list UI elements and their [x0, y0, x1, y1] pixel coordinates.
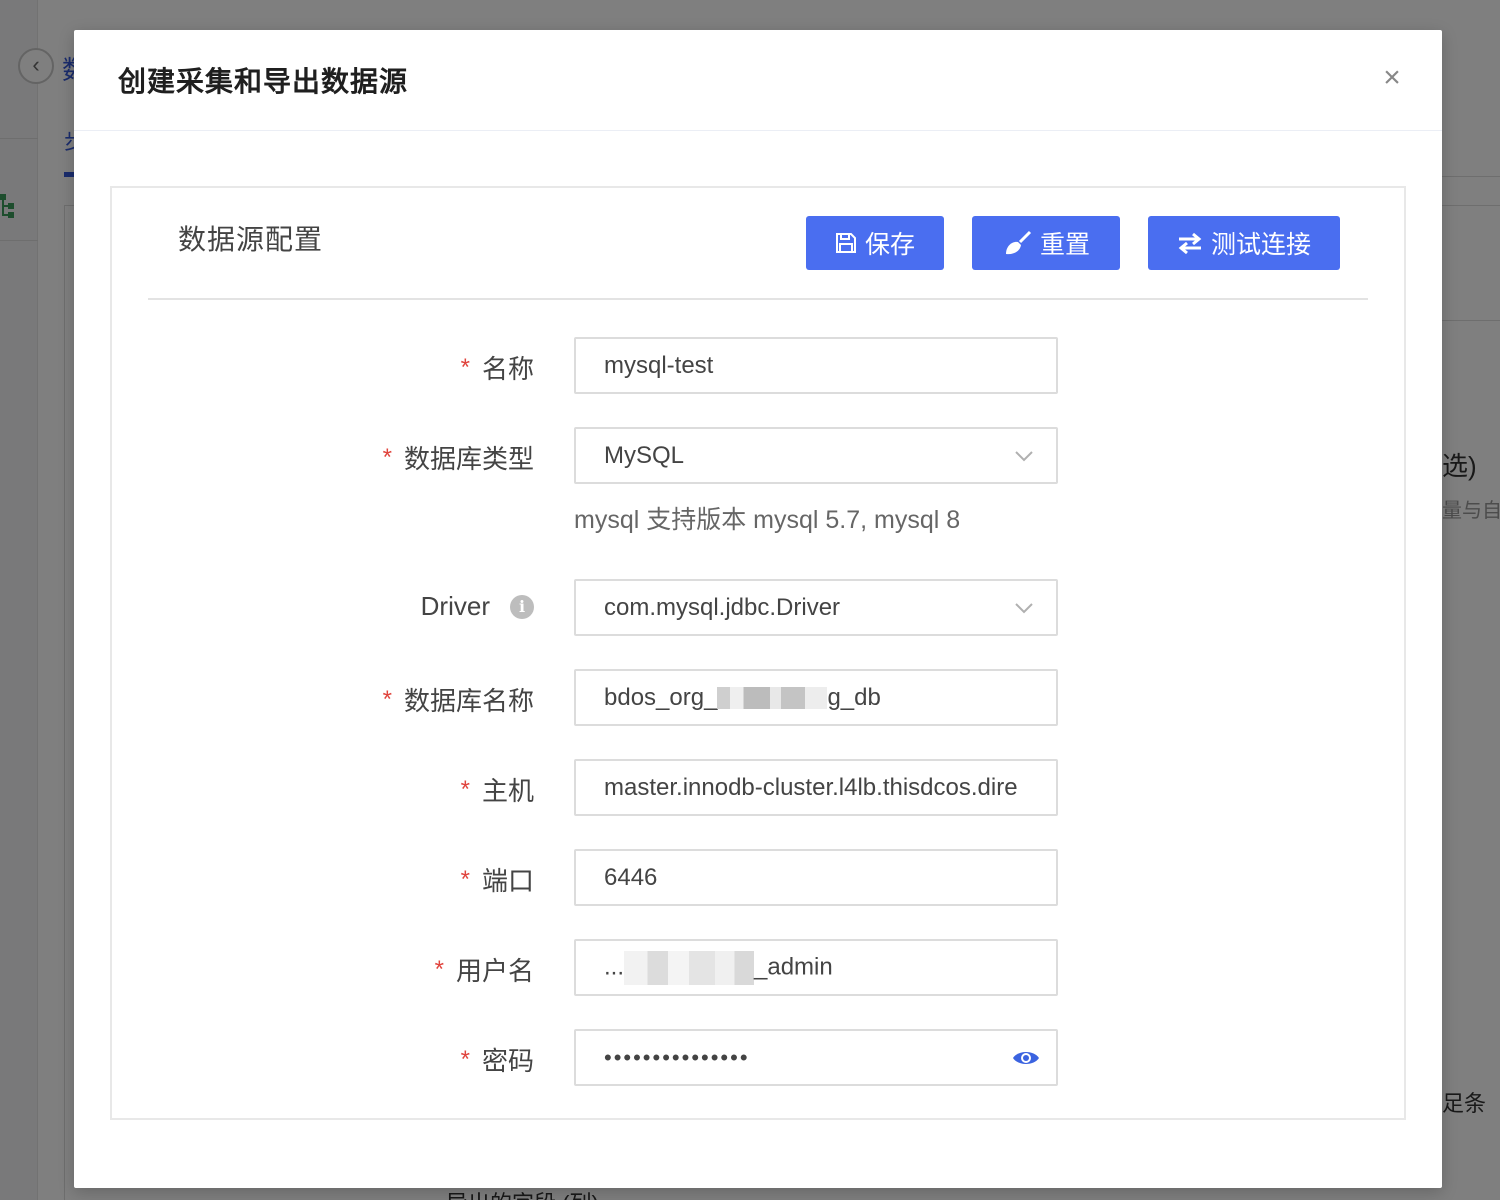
- reset-button[interactable]: 重置: [972, 216, 1120, 270]
- eye-icon[interactable]: [1006, 1038, 1046, 1078]
- required-mark: *: [460, 865, 470, 893]
- driver-label: Driver i: [421, 591, 534, 622]
- exchange-icon: [1177, 232, 1203, 254]
- save-button-label: 保存: [864, 231, 915, 259]
- password-value: •••••••••••••••: [604, 1044, 750, 1070]
- required-mark: *: [460, 353, 470, 381]
- save-button[interactable]: 保存: [806, 216, 944, 270]
- username-prefix: ...: [604, 952, 625, 980]
- db-type-select[interactable]: MySQL: [574, 427, 1058, 484]
- reset-button-label: 重置: [1039, 231, 1090, 259]
- driver-select[interactable]: com.mysql.jdbc.Driver: [574, 579, 1058, 636]
- username-value: ... _admin: [604, 950, 1056, 985]
- section-divider: [148, 298, 1368, 300]
- close-icon[interactable]: ×: [1374, 60, 1410, 96]
- create-datasource-modal: 创建采集和导出数据源 × 数据源配置 保存 重置 测试连接 * 名称 mysql…: [74, 30, 1442, 1188]
- save-icon: [835, 232, 857, 254]
- db-type-label: * 数据库类型: [383, 439, 534, 476]
- brush-icon: [1002, 230, 1032, 256]
- db-type-value: MySQL: [604, 441, 685, 469]
- name-label: * 名称: [461, 349, 534, 386]
- driver-value: com.mysql.jdbc.Driver: [604, 593, 841, 621]
- test-connection-label: 测试连接: [1210, 231, 1311, 259]
- db-name-label-text: 数据库名称: [403, 686, 534, 716]
- redacted-text: [717, 687, 828, 710]
- db-name-label: * 数据库名称: [383, 681, 534, 718]
- username-label-text: 用户名: [455, 956, 534, 986]
- info-icon[interactable]: i: [510, 594, 534, 619]
- port-input[interactable]: 6446: [574, 849, 1058, 906]
- db-name-prefix: bdos_org_: [604, 683, 718, 711]
- db-type-hint: mysql 支持版本 mysql 5.7, mysql 8: [574, 506, 961, 534]
- chevron-down-icon: [1004, 436, 1044, 476]
- chevron-down-icon: [1004, 588, 1044, 628]
- required-mark: *: [382, 685, 392, 713]
- required-mark: *: [460, 775, 470, 803]
- host-input[interactable]: master.innodb-cluster.l4lb.thisdcos.dire: [574, 759, 1058, 816]
- port-label-text: 端口: [481, 866, 534, 896]
- password-label: * 密码: [461, 1041, 534, 1078]
- host-label-text: 主机: [481, 776, 534, 806]
- db-name-input[interactable]: bdos_org_ g_db: [574, 669, 1058, 726]
- section-title: 数据源配置: [178, 224, 324, 255]
- port-label: * 端口: [461, 861, 534, 898]
- name-input[interactable]: mysql-test: [574, 337, 1058, 394]
- redacted-text: [624, 950, 755, 985]
- username-input[interactable]: ... _admin: [574, 939, 1058, 996]
- db-name-suffix: g_db: [827, 683, 881, 711]
- username-label: * 用户名: [435, 951, 534, 988]
- port-value: 6446: [604, 863, 658, 891]
- driver-label-text: Driver: [420, 591, 490, 621]
- modal-title: 创建采集和导出数据源: [118, 66, 409, 97]
- test-connection-button[interactable]: 测试连接: [1148, 216, 1340, 270]
- name-label-text: 名称: [481, 354, 534, 384]
- host-value: master.innodb-cluster.l4lb.thisdcos.dire: [604, 773, 1018, 801]
- datasource-config-panel: 数据源配置 保存 重置 测试连接 * 名称 mysql-test * 数据库类型…: [110, 186, 1406, 1120]
- db-name-value: bdos_org_ g_db: [604, 684, 1056, 712]
- password-input[interactable]: •••••••••••••••: [574, 1029, 1058, 1086]
- required-mark: *: [460, 1045, 470, 1073]
- host-label: * 主机: [461, 771, 534, 808]
- required-mark: *: [382, 443, 392, 471]
- name-value: mysql-test: [604, 351, 714, 379]
- required-mark: *: [434, 955, 444, 983]
- username-suffix: _admin: [754, 952, 833, 980]
- modal-header: 创建采集和导出数据源 ×: [74, 30, 1442, 131]
- db-type-label-text: 数据库类型: [403, 444, 534, 474]
- password-label-text: 密码: [481, 1046, 534, 1076]
